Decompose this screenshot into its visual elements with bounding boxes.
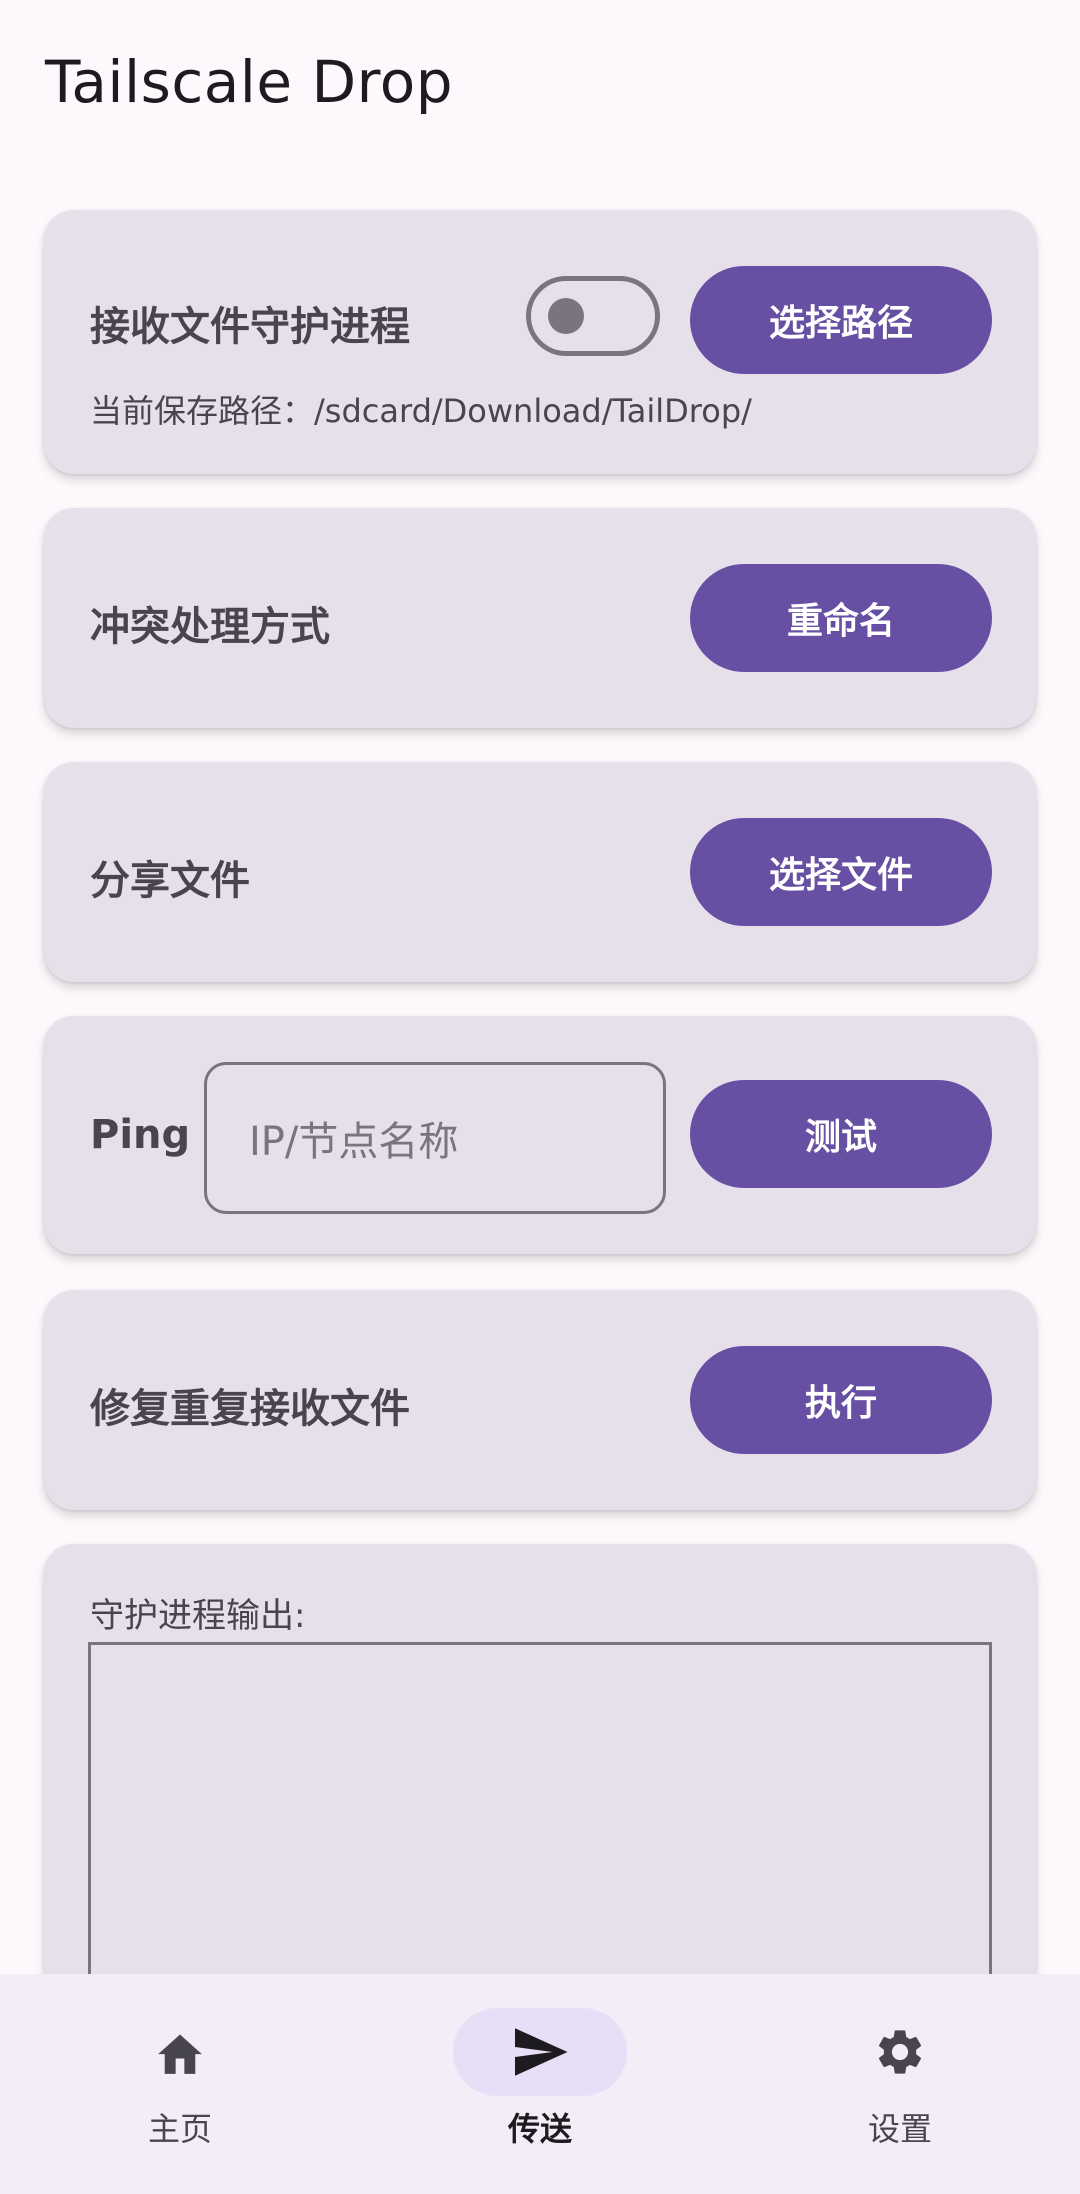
rename-button[interactable]: 重命名 <box>690 564 992 672</box>
nav-settings-indicator <box>813 2008 987 2096</box>
nav-item-home[interactable]: 主页 <box>0 1974 360 2194</box>
daemon-toggle-switch[interactable] <box>526 276 660 356</box>
gear-icon <box>878 2030 922 2074</box>
daemon-label: 接收文件守护进程 <box>90 304 410 350</box>
conflict-card: 冲突处理方式 重命名 <box>44 508 1036 728</box>
nav-send-indicator <box>453 2008 627 2096</box>
nav-label-send: 传送 <box>507 2110 572 2148</box>
output-label: 守护进程输出: <box>90 1596 306 1636</box>
conflict-label: 冲突处理方式 <box>90 604 330 650</box>
switch-thumb <box>548 298 584 334</box>
repair-label: 修复重复接收文件 <box>90 1386 410 1432</box>
nav-label-home: 主页 <box>147 2110 212 2148</box>
share-card: 分享文件 选择文件 <box>44 762 1036 982</box>
ping-card: Ping IP/节点名称 测试 <box>44 1016 1036 1254</box>
test-button[interactable]: 测试 <box>690 1080 992 1188</box>
execute-button[interactable]: 执行 <box>690 1346 992 1454</box>
nav-home-indicator <box>93 2008 267 2096</box>
send-icon <box>515 2028 568 2076</box>
bottom-navigation: 主页 传送 设置 <box>0 1974 1080 2194</box>
app-title: Tailscale Drop <box>45 48 454 116</box>
nav-item-settings[interactable]: 设置 <box>720 1974 1080 2194</box>
repair-card: 修复重复接收文件 执行 <box>44 1290 1036 1510</box>
save-path-text: 当前保存路径：/sdcard/Download/TailDrop/ <box>90 392 752 430</box>
home-icon <box>158 2034 202 2074</box>
daemon-card: 接收文件守护进程 选择路径 当前保存路径：/sdcard/Download/Ta… <box>44 210 1036 474</box>
nav-label-settings: 设置 <box>867 2110 932 2148</box>
ping-label: Ping <box>90 1112 191 1158</box>
ping-target-input[interactable]: IP/节点名称 <box>204 1062 666 1214</box>
select-file-button[interactable]: 选择文件 <box>690 818 992 926</box>
select-path-button[interactable]: 选择路径 <box>690 266 992 374</box>
share-label: 分享文件 <box>90 858 250 904</box>
nav-item-send[interactable]: 传送 <box>360 1974 720 2194</box>
